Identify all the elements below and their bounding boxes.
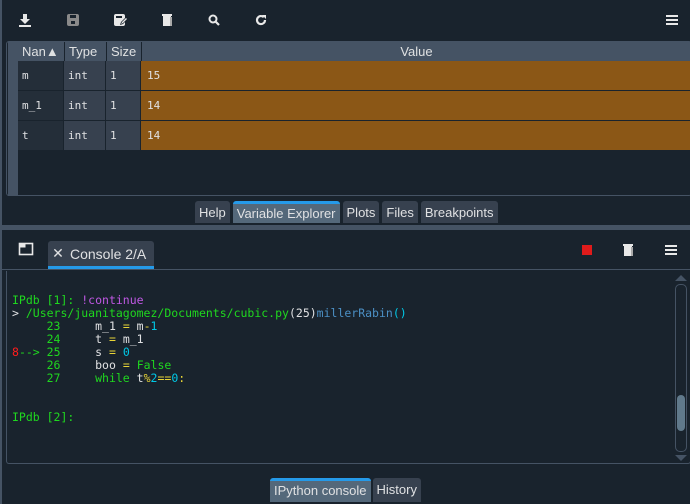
options-menu-button[interactable] [663,11,681,29]
tab-files[interactable]: Files [382,201,418,223]
console-tab-label: Console 2/A [70,245,147,262]
tab-help[interactable]: Help [195,201,230,223]
tab-plots[interactable]: Plots [342,201,380,223]
trash-icon [623,244,633,256]
search-icon [208,14,220,26]
scrollbar-thumb[interactable] [677,395,685,431]
save-as-icon [114,14,127,26]
browse-tabs-icon [18,242,34,256]
column-header-name[interactable]: Nan▲ [18,42,65,61]
variable-explorer-toolbar [2,0,690,40]
remove-all-variables-button[interactable] [158,11,176,29]
console-scrollbar[interactable] [675,275,687,461]
scrollbar-track[interactable] [675,284,687,452]
column-header-size[interactable]: Size [107,42,142,61]
refresh-icon [255,14,267,26]
upper-dock-tabs: Help Variable Explorer Plots Files Break… [195,201,498,223]
console-tab[interactable]: ✕ Console 2/A [48,241,154,269]
row-header-gutter [8,42,18,196]
cell-type: int [64,61,106,90]
scroll-down-arrow-icon[interactable] [675,455,687,461]
console-options-button[interactable] [663,242,679,258]
close-tab-icon[interactable]: ✕ [49,245,67,262]
variable-explorer-pane: Nan▲ Type Size Value m int 1 15 m_1 int … [0,0,690,228]
console-output[interactable]: IPdb [1]: !continue > /Users/juanitagomez… [6,271,690,464]
tab-ipython-console[interactable]: IPython console [270,478,371,502]
search-variables-button[interactable] [205,11,223,29]
remove-console-button[interactable] [620,242,636,258]
code-line: 27 while t%2==0: [46,371,186,385]
table-row[interactable]: t int 1 14 [18,121,690,151]
tab-breakpoints[interactable]: Breakpoints [420,201,498,223]
cell-size: 1 [106,121,141,150]
import-data-button[interactable] [16,11,34,29]
interrupt-kernel-button[interactable] [579,242,595,258]
cell-type: int [64,121,106,150]
tab-variable-explorer[interactable]: Variable Explorer [232,201,340,223]
spyder-window: Nan▲ Type Size Value m int 1 15 m_1 int … [0,0,690,504]
cell-type: int [64,91,106,120]
cell-size: 1 [106,61,141,90]
ipython-console-pane: ✕ Console 2/A IPdb [1]: !continue > /User… [0,230,690,504]
save-data-button[interactable] [64,11,82,29]
cell-name: m [18,61,64,90]
column-header-type[interactable]: Type [65,42,107,61]
download-icon [19,14,31,27]
cell-size: 1 [106,91,141,120]
cell-value[interactable]: 14 [141,91,690,120]
cell-name: m_1 [18,91,64,120]
console-line: IPdb [2]: [12,410,75,424]
save-data-as-button[interactable] [111,11,129,29]
refresh-button[interactable] [252,11,270,29]
lower-dock-tabs: IPython console History [270,478,421,502]
trash-icon [162,14,172,26]
console-text[interactable]: IPdb [1]: !continue > /Users/juanitagomez… [12,294,407,424]
tab-history[interactable]: History [372,478,421,502]
cell-value[interactable]: 14 [141,121,690,150]
console-header: ✕ Console 2/A [2,230,690,270]
cell-value[interactable]: 15 [141,61,690,90]
save-icon [67,14,79,26]
hamburger-menu-icon [665,245,677,255]
hamburger-menu-icon [666,15,678,25]
table-row[interactable]: m_1 int 1 14 [18,91,690,121]
table-header: Nan▲ Type Size Value [18,42,690,61]
scroll-up-arrow-icon[interactable] [675,275,687,281]
variables-table: Nan▲ Type Size Value m int 1 15 m_1 int … [18,42,690,151]
column-header-value[interactable]: Value [142,42,690,61]
cell-name: t [18,121,64,150]
browse-tabs-button[interactable] [18,241,34,257]
table-row[interactable]: m int 1 15 [18,61,690,91]
variables-table-frame: Nan▲ Type Size Value m int 1 15 m_1 int … [6,41,690,196]
stop-icon [582,245,592,255]
